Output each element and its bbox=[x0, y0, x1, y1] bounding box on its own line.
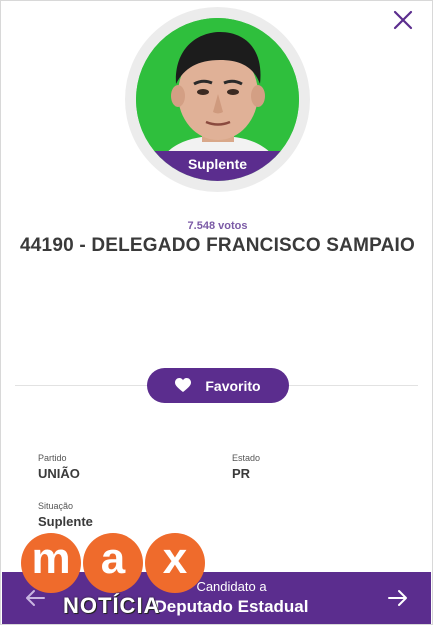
arrow-right-icon bbox=[388, 590, 407, 606]
candidate-name: 44190 - DELEGADO FRANCISCO SAMPAIO bbox=[20, 235, 415, 256]
watermark-letter: m bbox=[21, 533, 81, 593]
vote-count: 7.548 votos bbox=[187, 220, 248, 232]
situation-value: Suplente bbox=[38, 514, 93, 529]
next-candidate-button[interactable] bbox=[387, 588, 409, 608]
watermark-letter: x bbox=[145, 533, 205, 593]
watermark-letter: a bbox=[83, 533, 143, 593]
heart-icon bbox=[175, 378, 192, 392]
favorite-button[interactable]: Favorito bbox=[147, 368, 289, 403]
close-icon bbox=[393, 10, 413, 30]
party-label: Partido bbox=[38, 453, 67, 463]
state-label: Estado bbox=[232, 453, 261, 463]
candidate-modal: Suplente 7.548 votos 44190 - DELEGADO FR… bbox=[0, 0, 433, 625]
candidate-photo-frame: Suplente bbox=[125, 7, 310, 192]
party-value: UNIÃO bbox=[38, 466, 80, 481]
situation-label: Situação bbox=[38, 501, 74, 511]
close-button[interactable] bbox=[392, 9, 414, 31]
state-value: PR bbox=[232, 466, 251, 481]
candidate-photo: Suplente bbox=[136, 18, 299, 181]
status-badge: Suplente bbox=[136, 151, 299, 181]
watermark-text: NOTÍCIA bbox=[63, 593, 161, 618]
favorite-label: Favorito bbox=[205, 377, 261, 394]
max-noticia-watermark: m a x NOTÍCIA bbox=[21, 533, 211, 625]
